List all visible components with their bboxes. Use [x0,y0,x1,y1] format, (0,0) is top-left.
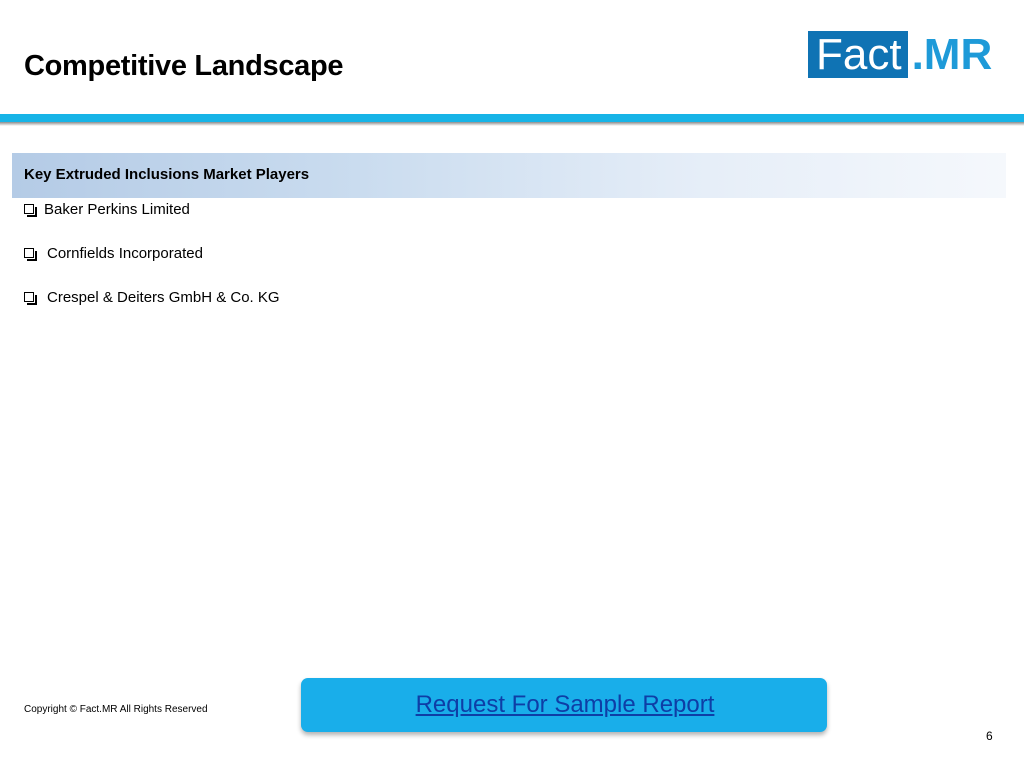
logo-box-text: Fact [808,31,908,78]
logo-suffix-text: .MR [911,30,993,79]
page-number: 6 [986,729,993,743]
list-item: Cornfields Incorporated [24,245,280,289]
player-name: Cornfields Incorporated [47,245,203,262]
player-name: Crespel & Deiters GmbH & Co. KG [47,289,280,306]
list-item: Crespel & Deiters GmbH & Co. KG [24,289,280,333]
slide: Competitive Landscape Fact .MR Key Extru… [0,0,1024,768]
request-sample-report-button[interactable]: Request For Sample Report [301,678,827,732]
section-heading: Key Extruded Inclusions Market Players [24,166,310,183]
title-divider [0,114,1024,122]
factmr-logo: Fact .MR [808,31,992,78]
request-sample-report-link[interactable]: Request For Sample Report [416,691,715,719]
checkbox-bullet-icon [24,204,37,217]
section-header: Key Extruded Inclusions Market Players [12,153,1006,198]
list-item: Baker Perkins Limited [24,201,280,245]
player-name: Baker Perkins Limited [44,201,190,218]
player-list: Baker Perkins Limited Cornfields Incorpo… [24,201,280,333]
page-title: Competitive Landscape [24,50,344,82]
copyright-notice: Copyright © Fact.MR All Rights Reserved [24,704,208,715]
checkbox-bullet-icon [24,248,37,261]
checkbox-bullet-icon [24,292,37,305]
title-divider-shadow [0,122,1024,126]
